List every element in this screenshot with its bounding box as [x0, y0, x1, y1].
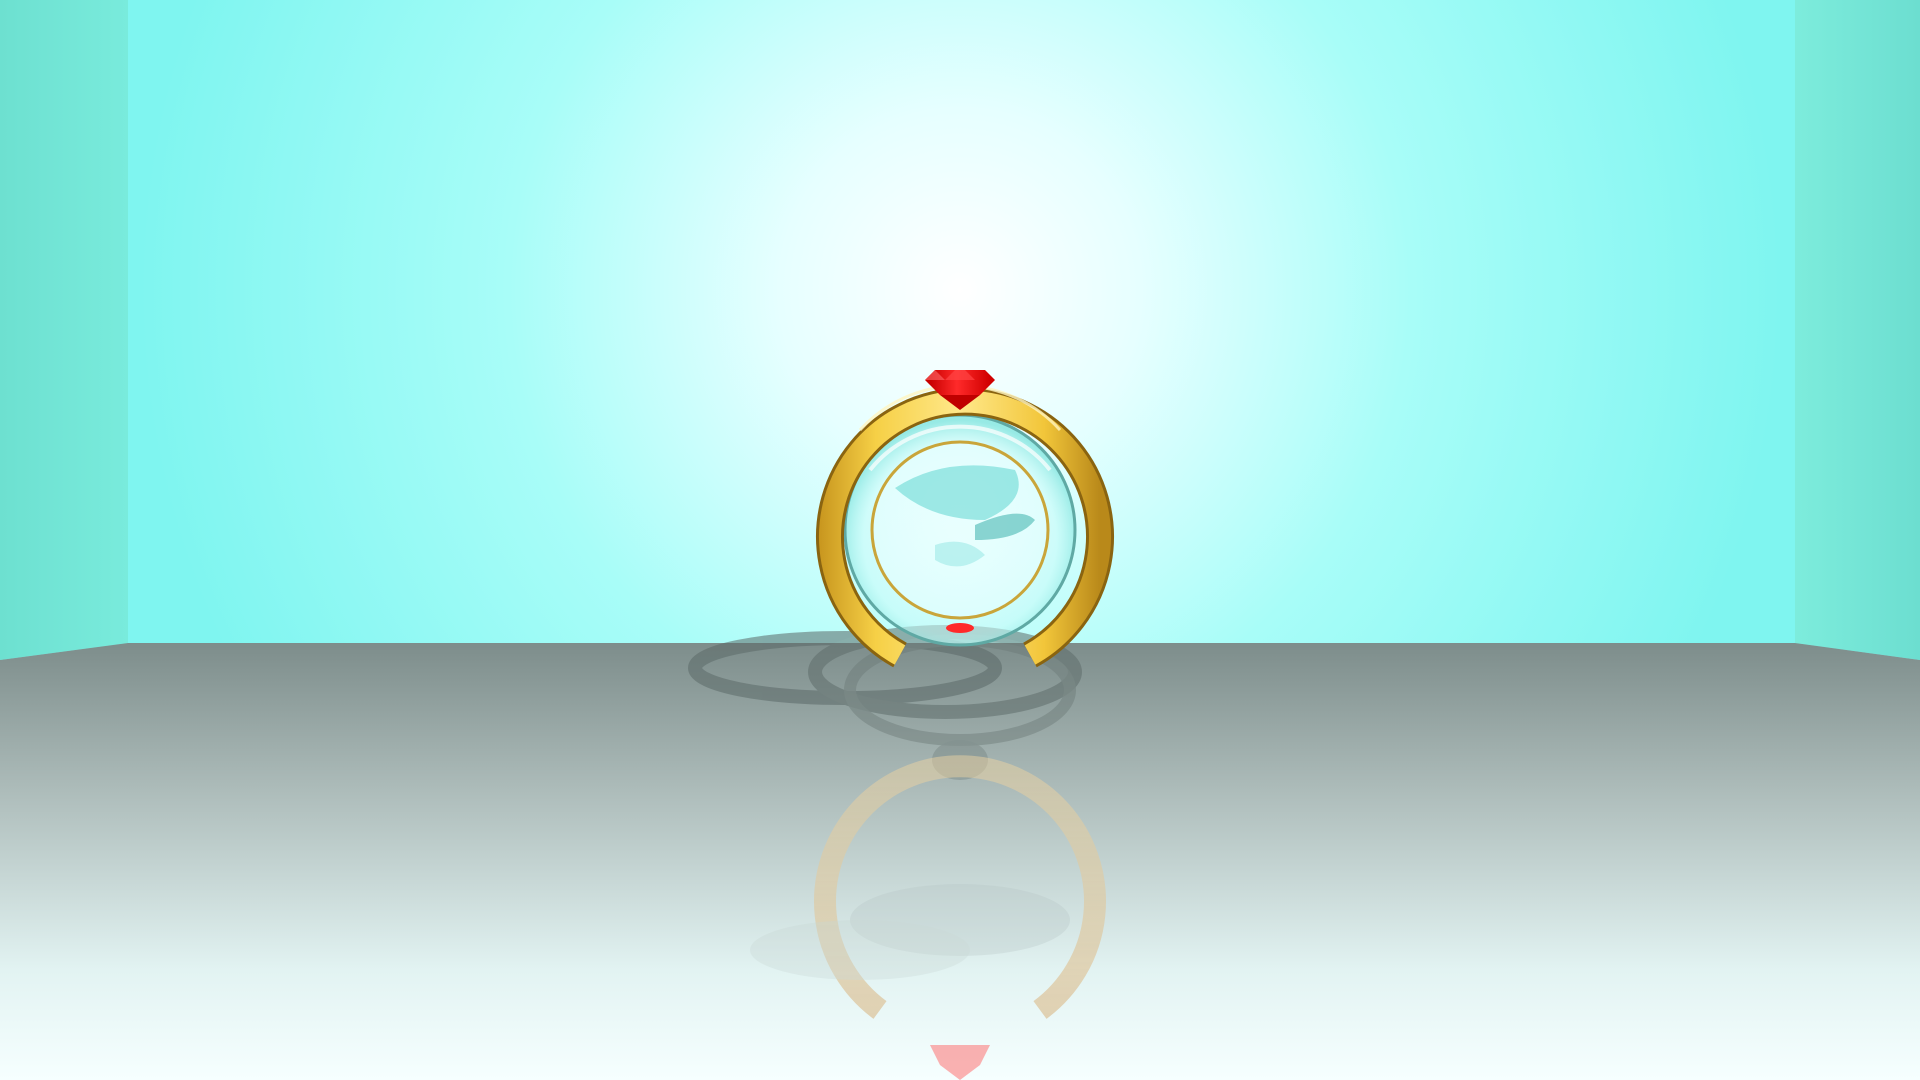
scene-svg [0, 0, 1920, 1080]
right-wall [1795, 0, 1920, 660]
render-scene [0, 0, 1920, 1080]
gem-glint [946, 623, 974, 633]
left-wall [0, 0, 128, 660]
